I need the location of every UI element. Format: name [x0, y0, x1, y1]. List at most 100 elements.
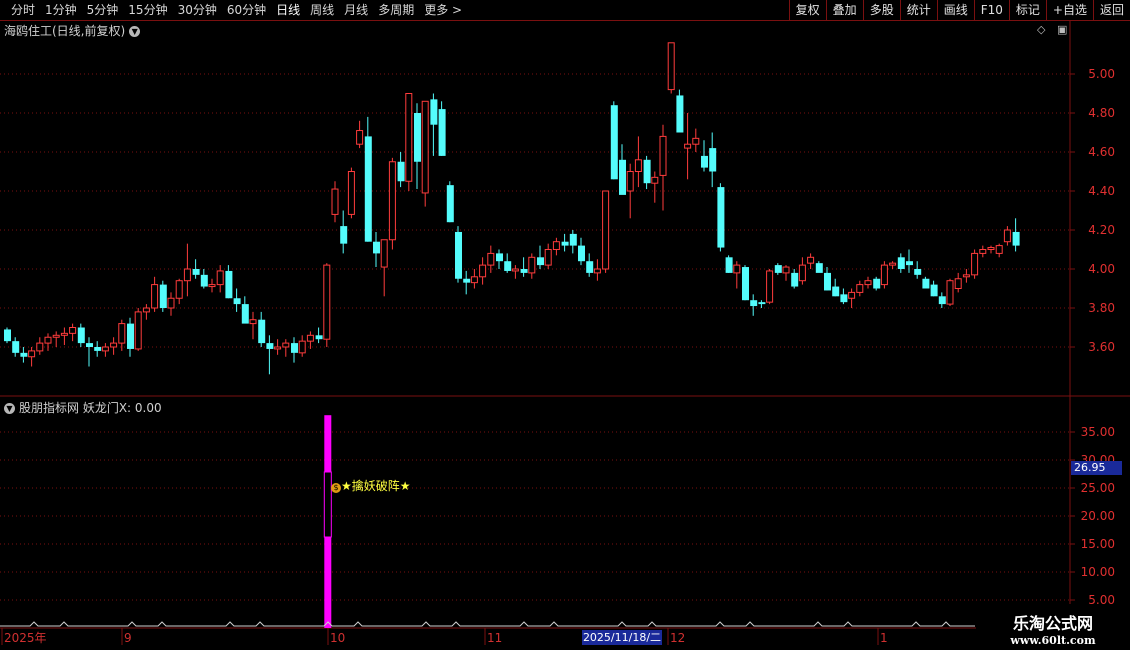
action-button-0[interactable]: 复权 [788, 0, 826, 20]
candle-body-down [840, 294, 848, 303]
y-tick-label: 20.00 [1081, 509, 1115, 523]
x-tick-label: 9 [124, 631, 132, 645]
period-tabs: 分时 1分钟 5分钟 15分钟 30分钟 60分钟 日线 周线 月线 多周期 更多 > [6, 0, 467, 20]
candle-body-up [667, 42, 675, 91]
candle-body-up [274, 346, 282, 350]
candle-body-up [347, 171, 355, 215]
candle-body-up [323, 264, 331, 340]
candle-body-down [225, 270, 233, 299]
period-tab-7[interactable]: 周线 [305, 0, 339, 20]
candle-body-down [86, 343, 93, 347]
candle-body-up [1003, 229, 1011, 243]
candle-body-down [569, 233, 577, 246]
candle-body-up [552, 241, 560, 250]
candle-body-down [930, 284, 938, 297]
candle-body-down [192, 269, 200, 275]
y-tick-label: 4.80 [1088, 106, 1115, 120]
candle-body-down [520, 269, 528, 273]
period-tab-0[interactable]: 分时 [6, 0, 40, 20]
candle-body-up [807, 256, 815, 264]
candle-body-down [504, 261, 512, 271]
action-button-6[interactable]: 标记 [1008, 0, 1046, 20]
candle-body-down [77, 327, 85, 344]
diamond-icon[interactable]: ◇ [1037, 23, 1045, 36]
candle-body-up [175, 280, 183, 299]
y-tick-label: 4.00 [1088, 262, 1115, 276]
signal-text: ★擒妖破阵★ [341, 479, 411, 493]
period-tab-10[interactable]: 更多 > [419, 0, 467, 20]
candle-body-down [758, 302, 766, 305]
candle-body-down [873, 278, 881, 289]
kline-chart[interactable]: 5.004.804.604.404.204.003.803.6035.0030.… [0, 0, 1130, 650]
period-tab-6[interactable]: 日线 [271, 0, 305, 20]
candle-body-up [782, 266, 790, 274]
candle-body-up [602, 190, 610, 270]
candle-body-up [331, 188, 339, 215]
chevron-down-icon[interactable]: ▼ [4, 403, 15, 414]
main-chart-title: 海鸥住工(日线,前复权) ▼ [4, 22, 141, 39]
action-button-3[interactable]: 统计 [899, 0, 937, 20]
candle-body-down [906, 261, 913, 266]
action-button-4[interactable]: 画线 [936, 0, 974, 20]
candle-body-up [880, 264, 888, 286]
candle-body-down [430, 99, 438, 125]
candle-body-down [291, 343, 298, 353]
candle-body-up [766, 270, 774, 303]
y-tick-label: 3.60 [1088, 340, 1115, 354]
x-tick-label: 2025年 [4, 631, 47, 645]
candle-body-up [356, 130, 364, 145]
candle-body-up [634, 159, 642, 173]
action-button-2[interactable]: 多股 [862, 0, 900, 20]
candle-body-up [479, 264, 487, 278]
period-tab-1[interactable]: 1分钟 [40, 0, 82, 20]
candle-body-up [110, 342, 118, 348]
period-tab-2[interactable]: 5分钟 [82, 0, 124, 20]
candle-body-down [463, 278, 471, 283]
candle-body-down [266, 343, 274, 349]
candle-body-down [94, 347, 102, 351]
chevron-down-icon[interactable]: ▼ [129, 26, 141, 37]
candle-body-up [249, 319, 257, 325]
candle-body-up [101, 346, 109, 352]
action-button-5[interactable]: F10 [973, 0, 1009, 20]
x-tick-label: 12 [670, 631, 685, 645]
period-tab-5[interactable]: 60分钟 [222, 0, 271, 20]
period-tab-9[interactable]: 多周期 [373, 0, 419, 20]
candle-body-up [208, 284, 216, 288]
window-icon[interactable]: ▣ [1057, 23, 1067, 36]
indicator-label: 股朋指标网 妖龙门X: 0.00 [19, 401, 162, 415]
candle-body-up [118, 323, 126, 344]
candle-body-down [897, 257, 905, 269]
candle-body-up [388, 161, 396, 241]
candle-body-up [282, 342, 290, 348]
candle-body-down [643, 159, 651, 184]
period-tab-3[interactable]: 15分钟 [123, 0, 172, 20]
candle-body-down [709, 148, 717, 172]
candle-body-down [127, 323, 134, 349]
action-button-1[interactable]: 叠加 [825, 0, 863, 20]
candle-body-up [52, 334, 60, 338]
x-tick-label: 10 [330, 631, 345, 645]
candle-body-down [315, 335, 323, 340]
candle-body-up [684, 143, 692, 149]
candle-body-down [619, 159, 626, 195]
y-tick-label: 35.00 [1081, 425, 1115, 439]
action-button-8[interactable]: 返回 [1092, 0, 1130, 20]
candle-body-down [824, 272, 831, 291]
candle-body-up [405, 93, 413, 182]
candle-body-up [487, 252, 495, 266]
stock-title: 海鸥住工(日线,前复权) [4, 24, 126, 38]
candle-body-down [742, 267, 749, 301]
candle-body-down [750, 300, 758, 307]
period-tab-4[interactable]: 30分钟 [173, 0, 222, 20]
candle-body-up [544, 249, 552, 266]
candle-body-up [380, 239, 388, 268]
action-button-7[interactable]: +自选 [1045, 0, 1093, 20]
candle-body-up [216, 270, 224, 286]
y-tick-label: 25.00 [1081, 481, 1115, 495]
candle-body-up [979, 249, 987, 254]
watermark: 乐淘公式网 www.60lt.com [976, 604, 1130, 650]
panel-icons: ◇ ▣ [1037, 23, 1067, 36]
candle-body-down [496, 253, 503, 262]
period-tab-8[interactable]: 月线 [339, 0, 373, 20]
